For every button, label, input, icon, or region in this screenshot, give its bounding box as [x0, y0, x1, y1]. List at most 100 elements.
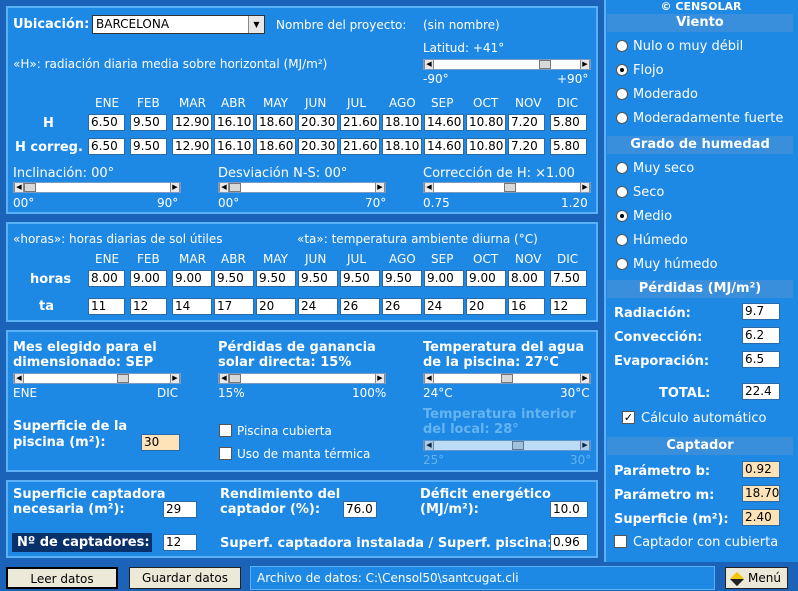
viento-radio[interactable] [616, 112, 628, 124]
ta-cell[interactable]: 12 [130, 298, 167, 315]
evaporacion-label: Evaporación: [614, 354, 710, 369]
ta-cell[interactable]: 20 [256, 298, 296, 315]
parametro-m-input[interactable]: 18.70 [742, 485, 780, 502]
left-arrow-icon[interactable]: ◀ [424, 374, 434, 383]
correccion-thumb[interactable] [504, 183, 516, 192]
temp-agua-thumb[interactable] [501, 374, 513, 383]
superficie-captador-input[interactable]: 2.40 [742, 509, 780, 526]
ta-cell[interactable]: 20 [466, 298, 506, 315]
viento-radio[interactable] [616, 64, 628, 76]
rendimiento-value: 76.0 [343, 501, 377, 518]
menu-button[interactable]: Menú [725, 567, 788, 589]
right-arrow-icon[interactable]: ▶ [580, 183, 590, 192]
ta-cell[interactable]: 16 [508, 298, 545, 315]
h-correg-cell: 18.60 [256, 138, 296, 155]
ta-cell[interactable]: 26 [340, 298, 380, 315]
calculo-automatico-checkbox[interactable]: ✓ [622, 411, 635, 424]
desviacion-thumb[interactable] [229, 183, 241, 192]
mes-slider[interactable]: ◀ ▶ [13, 373, 181, 384]
right-arrow-icon[interactable]: ▶ [580, 441, 590, 450]
horas-cell[interactable]: 9.50 [340, 270, 380, 287]
humedad-radio[interactable] [616, 258, 628, 270]
h-cell[interactable]: 5.80 [550, 114, 587, 131]
h-cell[interactable]: 10.80 [466, 114, 506, 131]
horas-cell[interactable]: 9.50 [256, 270, 296, 287]
horas-cell[interactable]: 7.50 [550, 270, 587, 287]
temp-interior-thumb[interactable] [512, 441, 524, 450]
ubicacion-select[interactable]: BARCELONA ▼ [92, 15, 265, 34]
horas-cell[interactable]: 8.00 [508, 270, 545, 287]
left-arrow-icon[interactable]: ◀ [424, 183, 434, 192]
h-cell[interactable]: 14.60 [424, 114, 464, 131]
ta-cell[interactable]: 12 [550, 298, 587, 315]
ncaptadores-input[interactable]: 12 [163, 534, 197, 551]
mes-min: ENE [13, 386, 38, 400]
humedad-radio[interactable] [616, 162, 628, 174]
latitud-slider[interactable]: ◀ ▶ [423, 59, 591, 70]
correccion-slider[interactable]: ◀ ▶ [423, 182, 591, 193]
horas-cell[interactable]: 9.00 [130, 270, 167, 287]
h-cell[interactable]: 6.50 [88, 114, 125, 131]
left-arrow-icon[interactable]: ◀ [14, 183, 24, 192]
ta-cell[interactable]: 24 [424, 298, 464, 315]
viento-radio[interactable] [616, 88, 628, 100]
horas-cell[interactable]: 9.50 [298, 270, 338, 287]
h-correg-cell: 6.50 [88, 138, 125, 155]
h-cell[interactable]: 18.10 [382, 114, 422, 131]
right-arrow-icon[interactable]: ▶ [580, 374, 590, 383]
guardar-datos-button[interactable]: Guardar datos [129, 567, 241, 589]
horas-cell[interactable]: 9.50 [214, 270, 254, 287]
supcap-label-2: necesaria (m²): [13, 502, 125, 517]
manta-termica-checkbox[interactable] [219, 447, 232, 460]
captador-cubierta-checkbox[interactable] [614, 535, 627, 548]
right-arrow-icon[interactable]: ▶ [375, 183, 385, 192]
right-arrow-icon[interactable]: ▶ [375, 374, 385, 383]
superficie-piscina-input[interactable]: 30 [141, 434, 180, 451]
inclinacion-slider[interactable]: ◀ ▶ [13, 182, 181, 193]
left-arrow-icon[interactable]: ◀ [219, 183, 229, 192]
piscina-cubierta-checkbox[interactable] [219, 424, 232, 437]
h-cell[interactable]: 7.20 [508, 114, 545, 131]
horas-cell[interactable]: 9.00 [424, 270, 464, 287]
temp-interior-slider[interactable]: ◀ ▶ [423, 440, 591, 451]
horas-cell[interactable]: 8.00 [88, 270, 125, 287]
horas-cell[interactable]: 9.00 [466, 270, 506, 287]
h-cell[interactable]: 18.60 [256, 114, 296, 131]
viento-radio[interactable] [616, 40, 628, 52]
ta-cell[interactable]: 14 [172, 298, 212, 315]
h-cell[interactable]: 21.60 [340, 114, 380, 131]
ta-cell[interactable]: 17 [214, 298, 254, 315]
inclinacion-thumb[interactable] [24, 183, 36, 192]
left-arrow-icon[interactable]: ◀ [14, 374, 24, 383]
left-arrow-icon[interactable]: ◀ [219, 374, 229, 383]
mes-thumb[interactable] [117, 374, 129, 383]
right-arrow-icon[interactable]: ▶ [580, 60, 590, 69]
humedad-radio[interactable] [616, 210, 628, 222]
perdidas-slider[interactable]: ◀ ▶ [218, 373, 386, 384]
humedad-radio[interactable] [616, 234, 628, 246]
proyecto-value[interactable]: (sin nombre) [423, 18, 500, 32]
h-cell[interactable]: 12.90 [172, 114, 212, 131]
left-arrow-icon[interactable]: ◀ [424, 441, 434, 450]
desviacion-slider[interactable]: ◀ ▶ [218, 182, 386, 193]
h-cell[interactable]: 16.10 [214, 114, 254, 131]
right-arrow-icon[interactable]: ▶ [170, 183, 180, 192]
leer-datos-button[interactable]: Leer datos [6, 567, 118, 589]
temp-agua-slider[interactable]: ◀ ▶ [423, 373, 591, 384]
ta-cell[interactable]: 26 [382, 298, 422, 315]
horas-cell[interactable]: 9.50 [382, 270, 422, 287]
month-header: OCT [473, 96, 499, 110]
month-header: MAR [179, 252, 206, 266]
h-cell[interactable]: 9.50 [130, 114, 167, 131]
chevron-down-icon[interactable]: ▼ [248, 16, 264, 33]
right-arrow-icon[interactable]: ▶ [170, 374, 180, 383]
horas-cell[interactable]: 9.00 [172, 270, 212, 287]
h-cell[interactable]: 20.30 [298, 114, 338, 131]
left-arrow-icon[interactable]: ◀ [424, 60, 434, 69]
latitud-thumb[interactable] [539, 60, 551, 69]
ta-cell[interactable]: 24 [298, 298, 338, 315]
parametro-b-input[interactable]: 0.92 [742, 461, 780, 478]
ta-cell[interactable]: 11 [88, 298, 125, 315]
perdidas-thumb[interactable] [229, 374, 241, 383]
humedad-radio[interactable] [616, 186, 628, 198]
